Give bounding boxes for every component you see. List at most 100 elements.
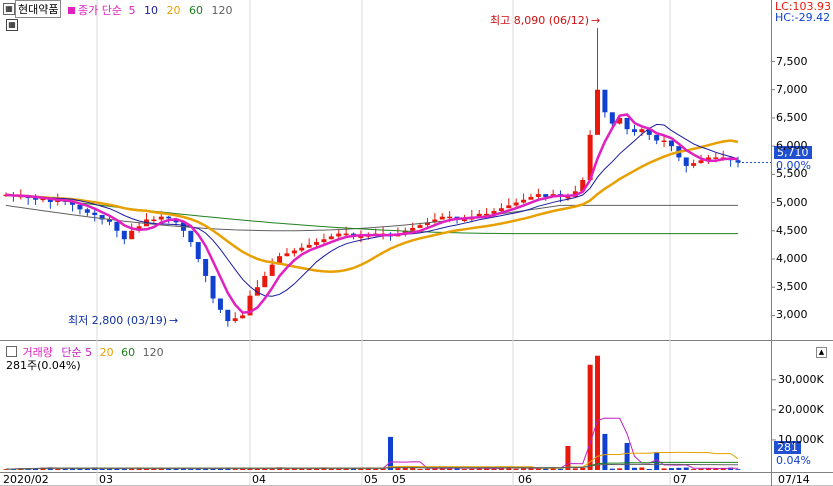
candle bbox=[654, 134, 660, 141]
volume-bar bbox=[587, 364, 593, 470]
volume-ma-120: 120 bbox=[142, 346, 164, 359]
price-tick-label: 3,500 bbox=[776, 280, 808, 294]
ma-period-10: 10 bbox=[143, 4, 158, 17]
chart-canvas[interactable] bbox=[0, 0, 833, 486]
x-axis-label: 07 bbox=[673, 473, 687, 486]
candle bbox=[528, 196, 534, 200]
candle bbox=[321, 239, 327, 243]
volume-bar bbox=[417, 469, 423, 470]
candle bbox=[713, 157, 719, 159]
price-tick-label: 6,000 bbox=[776, 139, 808, 153]
volume-bar bbox=[380, 468, 386, 470]
volume-panel-icon bbox=[6, 346, 17, 357]
x-axis-label: 06 bbox=[518, 473, 532, 486]
candle bbox=[602, 89, 608, 113]
price-tick-label: 4,500 bbox=[776, 223, 808, 237]
volume-bar bbox=[469, 468, 475, 470]
x-axis-label: 2020/02 bbox=[3, 473, 49, 486]
price-tick-label: 6,500 bbox=[776, 110, 808, 124]
candle bbox=[92, 212, 98, 215]
candle bbox=[306, 244, 312, 248]
candle bbox=[195, 242, 201, 259]
volume-bar bbox=[565, 445, 571, 470]
candle bbox=[565, 196, 571, 199]
volume-bar bbox=[668, 468, 674, 470]
x-axis-label: 03 bbox=[99, 473, 113, 486]
volume-info: 281주(0.04%) bbox=[6, 359, 81, 372]
candle bbox=[217, 298, 223, 310]
candle bbox=[631, 129, 637, 133]
current-volume-pct: 0.04% bbox=[776, 454, 811, 467]
hc-value: HC:-29.42 bbox=[775, 11, 831, 24]
volume-bar bbox=[735, 469, 741, 470]
price-tick-label: 7,000 bbox=[776, 82, 808, 96]
candle bbox=[506, 205, 512, 209]
candle bbox=[225, 309, 231, 322]
volume-ma-5: 5 bbox=[85, 346, 93, 359]
volume-bar bbox=[107, 468, 113, 470]
volume-bar bbox=[691, 469, 697, 470]
candle bbox=[595, 89, 601, 135]
candle bbox=[158, 216, 164, 220]
volume-ma-20: 20 bbox=[99, 346, 114, 359]
volume-bar bbox=[336, 468, 342, 470]
candle bbox=[498, 208, 504, 212]
stock-name-box[interactable]: 현대약품 bbox=[15, 0, 62, 18]
ma-label: 종가 단순 bbox=[78, 4, 122, 17]
volume-bar bbox=[99, 468, 105, 470]
volume-bar bbox=[424, 468, 430, 470]
low-annotation-text: 최저 2,800 (03/19) bbox=[68, 314, 168, 327]
high-annotation-text: 최고 8,090 (06/12) bbox=[490, 14, 590, 27]
candle bbox=[639, 129, 645, 133]
volume-bar bbox=[595, 355, 601, 470]
candle bbox=[314, 242, 320, 245]
candle bbox=[668, 140, 674, 147]
price-tick-label: 5,500 bbox=[776, 167, 808, 181]
candle bbox=[683, 157, 689, 166]
candle bbox=[188, 230, 194, 243]
candle bbox=[232, 318, 238, 322]
volume-bar bbox=[328, 468, 334, 470]
volume-bar bbox=[624, 442, 630, 470]
volume-tick-label: 10,000K bbox=[778, 432, 824, 446]
price-tick-label: 5,000 bbox=[776, 195, 808, 209]
candle bbox=[410, 227, 416, 231]
ma-period-120: 120 bbox=[211, 4, 233, 17]
volume-bar bbox=[284, 468, 290, 470]
stock-name: 현대약품 bbox=[18, 3, 59, 16]
volume-bar bbox=[617, 468, 623, 470]
volume-bar bbox=[513, 468, 519, 470]
price-tick-label: 3,000 bbox=[776, 308, 808, 322]
volume-bar bbox=[240, 468, 246, 470]
volume-tick-label: 30,000K bbox=[778, 372, 824, 386]
volume-bar bbox=[661, 468, 667, 470]
candle bbox=[240, 315, 246, 319]
candle bbox=[609, 112, 615, 124]
x-axis-label: 04 bbox=[252, 473, 266, 486]
candle bbox=[439, 216, 445, 220]
volume-bar bbox=[387, 436, 393, 470]
candle bbox=[84, 209, 90, 213]
candle bbox=[417, 225, 423, 228]
candle bbox=[151, 219, 157, 221]
volume-bar bbox=[646, 468, 652, 470]
candle bbox=[521, 199, 527, 203]
ma-legend[interactable]: 종가 단순 5 10 20 60 120 bbox=[68, 2, 232, 18]
ma-period-60: 60 bbox=[188, 4, 203, 17]
volume-bar bbox=[521, 468, 527, 470]
settings-icon[interactable]: ▦ bbox=[3, 1, 15, 15]
candle bbox=[121, 230, 127, 240]
candle bbox=[203, 259, 209, 276]
candle bbox=[284, 253, 290, 257]
candle bbox=[328, 236, 334, 240]
candle bbox=[299, 247, 305, 251]
legend-swatch-icon bbox=[68, 7, 75, 14]
x-axis-label: 07/14 bbox=[778, 473, 810, 486]
volume-bar bbox=[580, 467, 586, 470]
volume-scroll-icon[interactable]: ▲ bbox=[816, 344, 827, 358]
candle bbox=[698, 160, 704, 164]
volume-ma-60: 60 bbox=[121, 346, 136, 359]
volume-bar bbox=[151, 468, 157, 470]
volume-bar bbox=[143, 468, 149, 470]
grid-toggle-icon[interactable]: ▦ bbox=[6, 17, 18, 31]
